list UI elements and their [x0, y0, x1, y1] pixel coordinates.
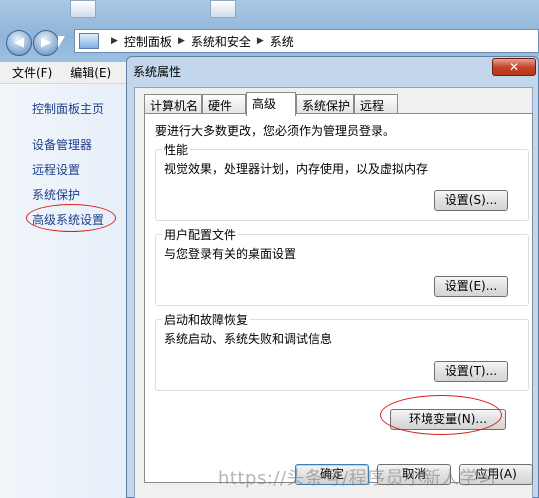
breadcrumb-separator-icon: ▶	[111, 36, 118, 46]
forward-button[interactable]: ▶	[33, 30, 59, 56]
menu-file[interactable]: 文件(F)	[0, 64, 58, 81]
performance-title: 性能	[162, 141, 191, 158]
highlight-circle	[26, 204, 116, 232]
admin-note: 要进行大多数更改，您必须作为管理员登录。	[155, 124, 396, 138]
menu-edit[interactable]: 编辑(E)	[58, 64, 117, 81]
tab-advanced[interactable]: 高级	[246, 92, 296, 116]
breadcrumb-separator-icon: ▶	[256, 36, 264, 46]
tab-hardware[interactable]: 硬件	[202, 94, 246, 114]
performance-settings-button[interactable]: 设置(S)...	[434, 190, 508, 211]
tab-computer-name[interactable]: 计算机名	[144, 94, 202, 114]
user-profiles-settings-button[interactable]: 设置(E)...	[434, 276, 508, 297]
startup-recovery-settings-button[interactable]: 设置(T)...	[434, 361, 508, 382]
control-panel-icon	[79, 33, 99, 49]
close-button[interactable]: ✕	[492, 58, 536, 76]
mouse-cursor-icon	[58, 36, 65, 48]
sidebar-item-control-panel-home[interactable]: 控制面板主页	[32, 100, 104, 117]
startup-recovery-desc: 系统启动、系统失败和调试信息	[164, 332, 333, 346]
sidebar-item-remote-settings[interactable]: 远程设置	[32, 161, 80, 178]
sidebar: 控制面板主页 设备管理器 远程设置 系统保护 高级系统设置	[0, 84, 128, 498]
sidebar-item-system-protection[interactable]: 系统保护	[32, 186, 80, 203]
back-button[interactable]: ◀	[6, 30, 32, 56]
user-profiles-group: 用户配置文件 与您登录有关的桌面设置 设置(E)...	[155, 226, 529, 306]
breadcrumb-system[interactable]: 系统	[270, 33, 294, 50]
breadcrumb-separator-icon: ▶	[177, 36, 185, 46]
desktop-file-icon	[210, 0, 236, 18]
user-profiles-desc: 与您登录有关的桌面设置	[164, 247, 297, 261]
user-profiles-title: 用户配置文件	[162, 226, 239, 243]
breadcrumb-control-panel[interactable]: 控制面板	[124, 33, 172, 50]
dialog-title: 系统属性	[133, 65, 182, 79]
system-properties-dialog: 系统属性 ✕ 计算机名 硬件 高级 系统保护 远程 要进行大多数更改，您必须作为…	[126, 56, 539, 498]
startup-recovery-group: 启动和故障恢复 系统启动、系统失败和调试信息 设置(T)...	[155, 311, 529, 391]
startup-recovery-title: 启动和故障恢复	[162, 311, 251, 328]
watermark: https://头条号/程序员小新人学习	[218, 468, 497, 489]
highlight-circle	[380, 395, 502, 435]
performance-desc: 视觉效果，处理器计划，内存使用，以及虚拟内存	[164, 162, 429, 176]
dialog-body: 计算机名 硬件 高级 系统保护 远程 要进行大多数更改，您必须作为管理员登录。 …	[134, 87, 533, 498]
tab-system-protection[interactable]: 系统保护	[296, 94, 354, 114]
address-bar[interactable]: ▶ 控制面板 ▶ 系统和安全 ▶ 系统	[74, 29, 539, 53]
sidebar-item-device-manager[interactable]: 设备管理器	[32, 136, 92, 153]
performance-group: 性能 视觉效果，处理器计划，内存使用，以及虚拟内存 设置(S)...	[155, 141, 529, 221]
tab-remote[interactable]: 远程	[354, 94, 398, 114]
desktop-file-icon	[70, 0, 96, 18]
breadcrumb-system-security[interactable]: 系统和安全	[191, 33, 251, 50]
